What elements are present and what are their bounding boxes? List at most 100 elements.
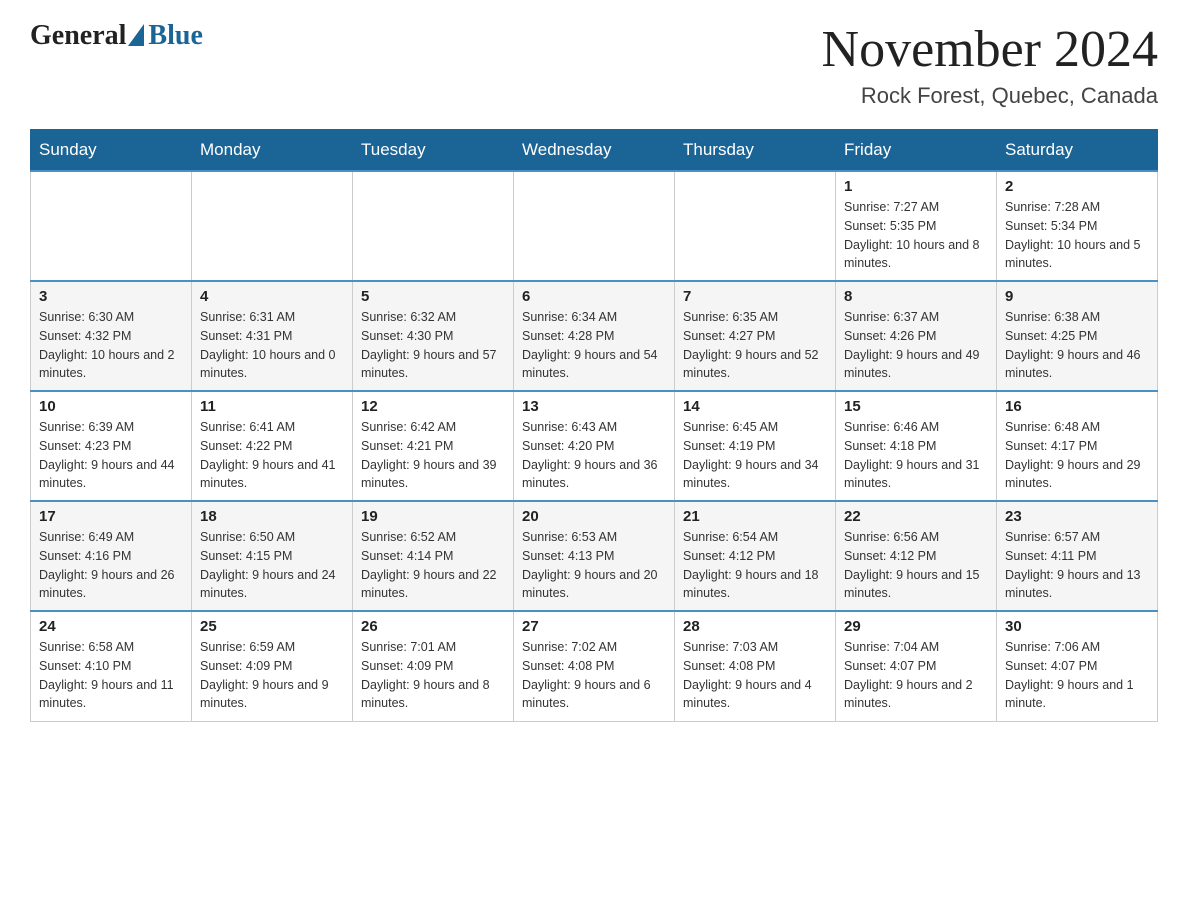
day-number: 9 [1005, 288, 1149, 305]
day-number: 24 [39, 618, 183, 635]
day-info: Sunrise: 7:01 AMSunset: 4:09 PMDaylight:… [361, 638, 505, 713]
day-number: 5 [361, 288, 505, 305]
week-row-1: 1Sunrise: 7:27 AMSunset: 5:35 PMDaylight… [31, 171, 1158, 281]
day-info: Sunrise: 6:42 AMSunset: 4:21 PMDaylight:… [361, 418, 505, 493]
location-text: Rock Forest, Quebec, Canada [822, 83, 1158, 109]
day-info: Sunrise: 6:32 AMSunset: 4:30 PMDaylight:… [361, 308, 505, 383]
day-number: 29 [844, 618, 988, 635]
day-info: Sunrise: 6:45 AMSunset: 4:19 PMDaylight:… [683, 418, 827, 493]
calendar-cell: 29 Sunrise: 7:04 AMSunset: 4:07 PMDayligh… [836, 611, 997, 721]
day-info: Sunrise: 6:56 AMSunset: 4:12 PMDaylight:… [844, 528, 988, 603]
calendar-cell: 14 Sunrise: 6:45 AMSunset: 4:19 PMDayligh… [675, 391, 836, 501]
calendar-cell [675, 171, 836, 281]
calendar-cell: 22 Sunrise: 6:56 AMSunset: 4:12 PMDayligh… [836, 501, 997, 611]
day-info: Sunrise: 6:43 AMSunset: 4:20 PMDaylight:… [522, 418, 666, 493]
calendar-cell: 25 Sunrise: 6:59 AMSunset: 4:09 PMDayligh… [192, 611, 353, 721]
day-info: Sunrise: 6:30 AMSunset: 4:32 PMDaylight:… [39, 308, 183, 383]
day-info: Sunrise: 6:58 AMSunset: 4:10 PMDaylight:… [39, 638, 183, 713]
day-info: Sunrise: 7:02 AMSunset: 4:08 PMDaylight:… [522, 638, 666, 713]
calendar-cell: 11 Sunrise: 6:41 AMSunset: 4:22 PMDayligh… [192, 391, 353, 501]
day-info: Sunrise: 6:57 AMSunset: 4:11 PMDaylight:… [1005, 528, 1149, 603]
title-section: November 2024 Rock Forest, Quebec, Canad… [822, 20, 1158, 109]
day-info: Sunrise: 6:59 AMSunset: 4:09 PMDaylight:… [200, 638, 344, 713]
calendar-cell: 24 Sunrise: 6:58 AMSunset: 4:10 PMDayligh… [31, 611, 192, 721]
calendar-cell: 9 Sunrise: 6:38 AMSunset: 4:25 PMDaylight… [997, 281, 1158, 391]
logo-triangle-icon [128, 24, 144, 46]
calendar-cell: 19 Sunrise: 6:52 AMSunset: 4:14 PMDayligh… [353, 501, 514, 611]
logo-blue-text: Blue [148, 20, 202, 52]
day-number: 12 [361, 398, 505, 415]
day-number: 23 [1005, 508, 1149, 525]
day-info: Sunrise: 6:37 AMSunset: 4:26 PMDaylight:… [844, 308, 988, 383]
day-number: 11 [200, 398, 344, 415]
calendar-cell: 16Sunrise: 6:48 AMSunset: 4:17 PMDayligh… [997, 391, 1158, 501]
page-header: General Blue November 2024 Rock Forest, … [30, 20, 1158, 109]
calendar-cell: 6 Sunrise: 6:34 AMSunset: 4:28 PMDaylight… [514, 281, 675, 391]
day-number: 7 [683, 288, 827, 305]
day-number: 16 [1005, 398, 1149, 415]
column-header-sunday: Sunday [31, 130, 192, 172]
week-row-3: 10Sunrise: 6:39 AMSunset: 4:23 PMDayligh… [31, 391, 1158, 501]
day-info: Sunrise: 7:04 AMSunset: 4:07 PMDaylight:… [844, 638, 988, 713]
calendar-cell: 23 Sunrise: 6:57 AMSunset: 4:11 PMDayligh… [997, 501, 1158, 611]
day-number: 8 [844, 288, 988, 305]
day-info: Sunrise: 6:41 AMSunset: 4:22 PMDaylight:… [200, 418, 344, 493]
calendar-cell: 21Sunrise: 6:54 AMSunset: 4:12 PMDayligh… [675, 501, 836, 611]
day-number: 3 [39, 288, 183, 305]
calendar-cell: 7Sunrise: 6:35 AMSunset: 4:27 PMDaylight… [675, 281, 836, 391]
day-number: 1 [844, 178, 988, 195]
column-header-wednesday: Wednesday [514, 130, 675, 172]
day-number: 21 [683, 508, 827, 525]
day-number: 22 [844, 508, 988, 525]
day-number: 18 [200, 508, 344, 525]
calendar-cell: 8 Sunrise: 6:37 AMSunset: 4:26 PMDaylight… [836, 281, 997, 391]
calendar-cell: 17 Sunrise: 6:49 AMSunset: 4:16 PMDayligh… [31, 501, 192, 611]
column-header-friday: Friday [836, 130, 997, 172]
day-info: Sunrise: 6:46 AMSunset: 4:18 PMDaylight:… [844, 418, 988, 493]
calendar-cell [31, 171, 192, 281]
day-info: Sunrise: 6:31 AMSunset: 4:31 PMDaylight:… [200, 308, 344, 383]
day-info: Sunrise: 7:03 AMSunset: 4:08 PMDaylight:… [683, 638, 827, 713]
day-number: 15 [844, 398, 988, 415]
calendar-cell: 10Sunrise: 6:39 AMSunset: 4:23 PMDayligh… [31, 391, 192, 501]
day-info: Sunrise: 6:50 AMSunset: 4:15 PMDaylight:… [200, 528, 344, 603]
calendar-cell: 5 Sunrise: 6:32 AMSunset: 4:30 PMDaylight… [353, 281, 514, 391]
day-number: 14 [683, 398, 827, 415]
day-number: 10 [39, 398, 183, 415]
calendar-cell: 1Sunrise: 7:27 AMSunset: 5:35 PMDaylight… [836, 171, 997, 281]
calendar-cell [353, 171, 514, 281]
day-info: Sunrise: 7:28 AMSunset: 5:34 PMDaylight:… [1005, 198, 1149, 273]
day-info: Sunrise: 6:53 AMSunset: 4:13 PMDaylight:… [522, 528, 666, 603]
day-number: 2 [1005, 178, 1149, 195]
day-info: Sunrise: 6:34 AMSunset: 4:28 PMDaylight:… [522, 308, 666, 383]
day-number: 20 [522, 508, 666, 525]
column-header-thursday: Thursday [675, 130, 836, 172]
column-header-tuesday: Tuesday [353, 130, 514, 172]
calendar-cell: 27 Sunrise: 7:02 AMSunset: 4:08 PMDayligh… [514, 611, 675, 721]
calendar-cell: 28Sunrise: 7:03 AMSunset: 4:08 PMDayligh… [675, 611, 836, 721]
day-info: Sunrise: 6:38 AMSunset: 4:25 PMDaylight:… [1005, 308, 1149, 383]
calendar-cell: 2 Sunrise: 7:28 AMSunset: 5:34 PMDaylight… [997, 171, 1158, 281]
day-number: 19 [361, 508, 505, 525]
calendar-header-row: SundayMondayTuesdayWednesdayThursdayFrid… [31, 130, 1158, 172]
day-number: 6 [522, 288, 666, 305]
day-info: Sunrise: 6:52 AMSunset: 4:14 PMDaylight:… [361, 528, 505, 603]
calendar-table: SundayMondayTuesdayWednesdayThursdayFrid… [30, 129, 1158, 722]
column-header-saturday: Saturday [997, 130, 1158, 172]
logo: General Blue [30, 20, 203, 52]
calendar-cell: 26Sunrise: 7:01 AMSunset: 4:09 PMDayligh… [353, 611, 514, 721]
calendar-cell: 12 Sunrise: 6:42 AMSunset: 4:21 PMDayligh… [353, 391, 514, 501]
day-number: 25 [200, 618, 344, 635]
day-info: Sunrise: 6:49 AMSunset: 4:16 PMDaylight:… [39, 528, 183, 603]
calendar-cell: 15 Sunrise: 6:46 AMSunset: 4:18 PMDayligh… [836, 391, 997, 501]
calendar-cell: 30 Sunrise: 7:06 AMSunset: 4:07 PMDayligh… [997, 611, 1158, 721]
week-row-2: 3 Sunrise: 6:30 AMSunset: 4:32 PMDaylight… [31, 281, 1158, 391]
calendar-cell: 18 Sunrise: 6:50 AMSunset: 4:15 PMDayligh… [192, 501, 353, 611]
calendar-cell: 13Sunrise: 6:43 AMSunset: 4:20 PMDayligh… [514, 391, 675, 501]
day-number: 27 [522, 618, 666, 635]
calendar-cell: 3 Sunrise: 6:30 AMSunset: 4:32 PMDaylight… [31, 281, 192, 391]
day-number: 17 [39, 508, 183, 525]
day-info: Sunrise: 7:06 AMSunset: 4:07 PMDaylight:… [1005, 638, 1149, 713]
day-number: 4 [200, 288, 344, 305]
day-number: 30 [1005, 618, 1149, 635]
